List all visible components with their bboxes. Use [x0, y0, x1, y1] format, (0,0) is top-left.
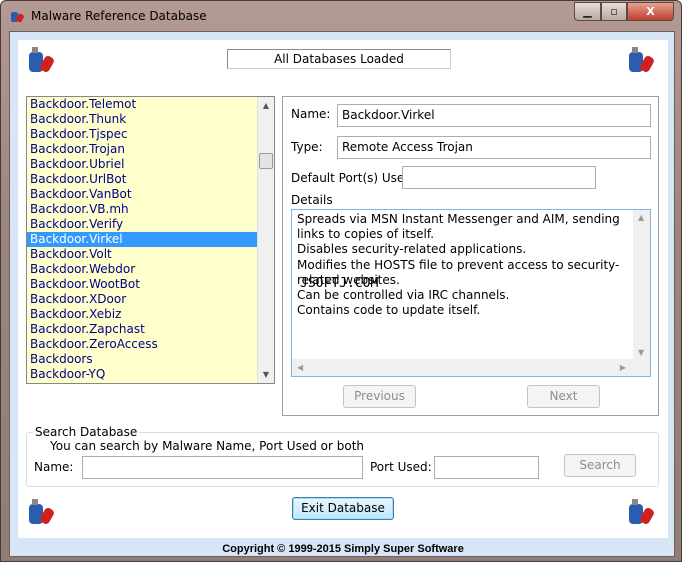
malware-logo-icon: [29, 499, 54, 524]
list-item[interactable]: Backdoor.Tjspec: [27, 127, 274, 142]
client-area: All Databases Loaded Backdoor.Telemot Bac…: [9, 31, 675, 557]
details-line: Contains code to update itself.: [297, 303, 481, 318]
details-vertical-scrollbar[interactable]: ▲ ▼: [633, 210, 650, 360]
list-item[interactable]: Backdoor.Telemot: [27, 97, 274, 112]
search-port-input[interactable]: [434, 456, 539, 479]
scroll-left-icon[interactable]: ◀: [297, 363, 303, 372]
malware-list[interactable]: Backdoor.Telemot Backdoor.Thunk Backdoor.T…: [26, 96, 275, 384]
scroll-down-icon[interactable]: ▼: [638, 348, 644, 357]
scroll-right-icon[interactable]: ▶: [620, 363, 626, 372]
malware-logo-icon: [629, 47, 654, 72]
status-label: All Databases Loaded: [227, 49, 451, 69]
details-horizontal-scrollbar[interactable]: ◀ ▶: [292, 359, 650, 376]
name-field[interactable]: Backdoor.Virkel: [337, 104, 651, 127]
scroll-up-icon[interactable]: ▲: [638, 213, 644, 222]
previous-label: Previous: [354, 389, 405, 403]
close-button[interactable]: X: [627, 2, 674, 21]
search-group-label: Search Database: [33, 425, 140, 439]
details-text: Spreads via MSN Instant Messenger and AI…: [297, 212, 627, 318]
previous-button[interactable]: Previous: [343, 385, 416, 408]
minimize-icon: ▁: [583, 5, 592, 18]
details-line: Spreads via MSN Instant Messenger and AI…: [297, 212, 620, 242]
search-name-label: Name:: [34, 460, 74, 474]
list-item[interactable]: Backdoors: [27, 352, 274, 367]
next-button[interactable]: Next: [527, 385, 600, 408]
list-scrollbar[interactable]: ▲ ▼: [257, 97, 274, 383]
list-item[interactable]: Backdoor.VanBot: [27, 187, 274, 202]
list-item[interactable]: Backdoor.VB.mh: [27, 202, 274, 217]
detail-panel: Name: Backdoor.Virkel Type: Remote Acces…: [282, 96, 659, 416]
search-hint: You can search by Malware Name, Port Use…: [50, 439, 364, 453]
maximize-button[interactable]: ▫: [601, 2, 627, 21]
list-item[interactable]: Backdoor.Virkel: [27, 232, 274, 247]
details-label: Details: [291, 193, 333, 207]
malware-logo-icon: [629, 499, 654, 524]
scroll-thumb[interactable]: [259, 153, 273, 169]
list-item[interactable]: Backdoor.ZeroAccess: [27, 337, 274, 352]
list-item[interactable]: Backdoor.Zapchast: [27, 322, 274, 337]
main-panel: All Databases Loaded Backdoor.Telemot Bac…: [18, 40, 668, 538]
port-label: Default Port(s) Used:: [291, 171, 416, 185]
app-logo-icon: [11, 12, 24, 23]
port-field[interactable]: [402, 166, 596, 189]
details-line: Disables security-related applications.: [297, 242, 527, 257]
window-title: Malware Reference Database: [31, 9, 207, 23]
copyright: Copyright © 1999-2015 Simply Super Softw…: [222, 543, 464, 555]
list-item[interactable]: Backdoor.Xebiz: [27, 307, 274, 322]
title-bar[interactable]: Malware Reference Database ▁ ▫ X: [1, 1, 681, 31]
list-item[interactable]: Backdoor.Volt: [27, 247, 274, 262]
search-label: Search: [579, 458, 621, 472]
details-textarea[interactable]: Spreads via MSN Instant Messenger and AI…: [291, 209, 651, 377]
name-label: Name:: [291, 107, 331, 121]
list-item[interactable]: Backdoor.Thunk: [27, 112, 274, 127]
search-name-input[interactable]: [82, 456, 363, 479]
maximize-icon: ▫: [610, 5, 618, 18]
type-label: Type:: [291, 140, 323, 154]
type-field[interactable]: Remote Access Trojan: [337, 136, 651, 159]
watermark: JSOFTJ.COM: [300, 276, 379, 291]
app-window: Malware Reference Database ▁ ▫ X All Dat…: [0, 0, 682, 562]
search-port-label: Port Used:: [370, 460, 432, 474]
minimize-button[interactable]: ▁: [574, 2, 601, 21]
list-item[interactable]: Backdoor.Verify: [27, 217, 274, 232]
list-item[interactable]: Backdoor.Webdor: [27, 262, 274, 277]
exit-label: Exit Database: [301, 501, 385, 515]
exit-database-button[interactable]: Exit Database: [292, 497, 394, 520]
list-item[interactable]: Backdoor-YQ: [27, 367, 274, 382]
list-item[interactable]: Backdoor.Trojan: [27, 142, 274, 157]
close-icon: X: [646, 5, 655, 18]
scroll-up-icon[interactable]: ▲: [258, 97, 274, 114]
malware-logo-icon: [29, 47, 54, 72]
list-item[interactable]: Backdoor.Ubriel: [27, 157, 274, 172]
scroll-down-icon[interactable]: ▼: [258, 366, 274, 383]
search-button[interactable]: Search: [564, 454, 636, 477]
list-item[interactable]: Backdoor.UrlBot: [27, 172, 274, 187]
list-item[interactable]: Backdoor.XDoor: [27, 292, 274, 307]
next-label: Next: [549, 389, 578, 403]
list-item[interactable]: Backdoor.WootBot: [27, 277, 274, 292]
search-group: Search Database You can search by Malwar…: [26, 425, 659, 487]
